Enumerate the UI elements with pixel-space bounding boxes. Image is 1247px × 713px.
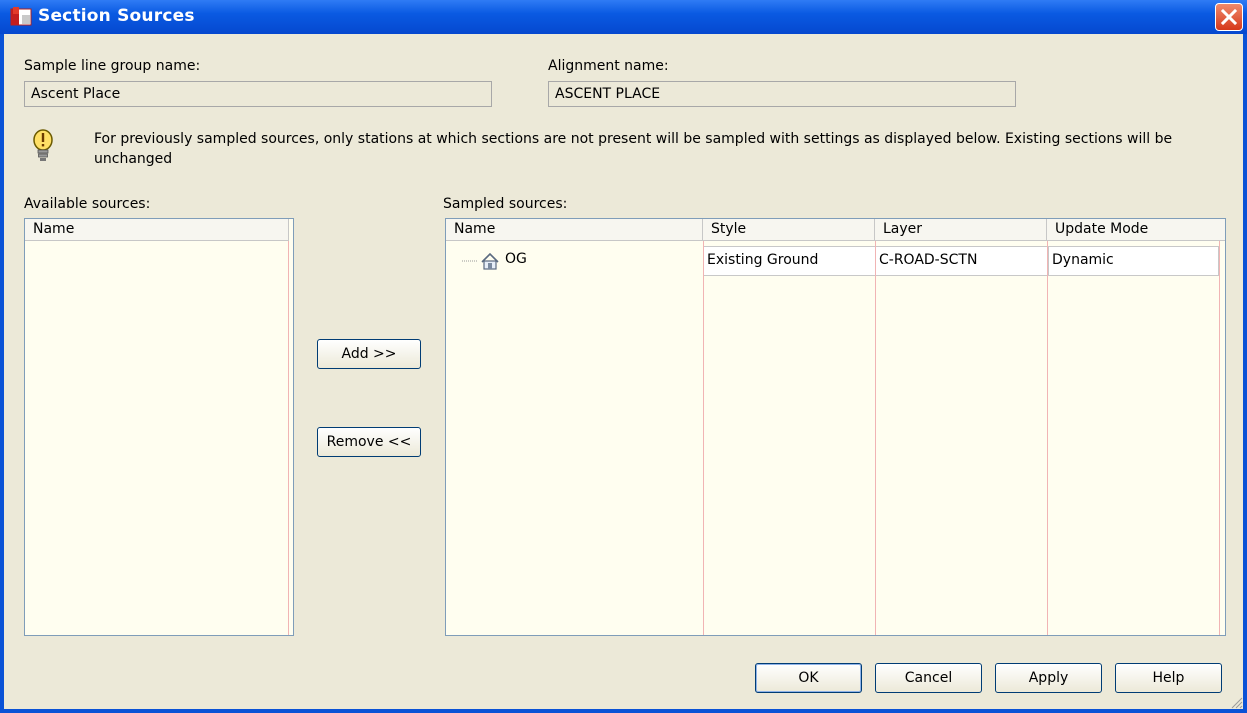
alignment-label: Alignment name:: [548, 58, 669, 74]
remove-button[interactable]: Remove <<: [317, 427, 421, 457]
add-button[interactable]: Add >>: [317, 339, 421, 369]
ok-button[interactable]: OK: [755, 663, 862, 693]
row-style-cell[interactable]: Existing Ground: [704, 246, 875, 276]
available-col-divider: [288, 241, 289, 635]
sampled-col-divider: [1047, 241, 1048, 635]
available-sources-label: Available sources:: [24, 196, 151, 212]
cancel-button[interactable]: Cancel: [875, 663, 982, 693]
row-layer-cell[interactable]: C-ROAD-SCTN: [876, 246, 1047, 276]
alignment-field[interactable]: ASCENT PLACE: [548, 81, 1016, 107]
title-bar[interactable]: Section Sources: [0, 0, 1247, 34]
row-name-cell: OG: [505, 251, 527, 267]
sampled-col-style[interactable]: Style: [703, 219, 875, 241]
lightbulb-icon: [33, 129, 53, 161]
tree-connector-icon: [462, 260, 478, 262]
resize-grip-icon[interactable]: [1229, 695, 1243, 709]
surface-icon: [481, 252, 499, 270]
table-row[interactable]: OG Existing Ground C-ROAD-SCTN Dynamic: [446, 246, 1225, 276]
sample-line-group-field[interactable]: Ascent Place: [24, 81, 492, 107]
close-icon: [1220, 8, 1238, 26]
window-title: Section Sources: [38, 6, 195, 26]
available-col-name[interactable]: Name: [25, 219, 289, 241]
close-button[interactable]: [1215, 3, 1243, 31]
info-message: For previously sampled sources, only sta…: [94, 131, 1173, 167]
sampled-col-name[interactable]: Name: [446, 219, 703, 241]
row-update-mode-cell[interactable]: Dynamic: [1048, 246, 1219, 276]
sampled-sources-label: Sampled sources:: [443, 196, 568, 212]
sampled-col-update-mode[interactable]: Update Mode: [1047, 219, 1225, 241]
sampled-col-layer[interactable]: Layer: [875, 219, 1047, 241]
help-button[interactable]: Help: [1115, 663, 1222, 693]
sampled-col-divider: [1219, 241, 1220, 635]
available-sources-list[interactable]: Name: [24, 218, 294, 636]
sample-line-group-label: Sample line group name:: [24, 58, 201, 74]
section-sources-dialog: Section Sources Sample line group name: …: [0, 0, 1247, 713]
apply-button[interactable]: Apply: [995, 663, 1102, 693]
sampled-sources-list[interactable]: Name Style Layer Update Mode OG Existing…: [445, 218, 1226, 636]
sampled-col-divider: [875, 241, 876, 635]
sampled-col-divider: [703, 241, 704, 635]
civil3d-app-icon: [10, 7, 32, 26]
